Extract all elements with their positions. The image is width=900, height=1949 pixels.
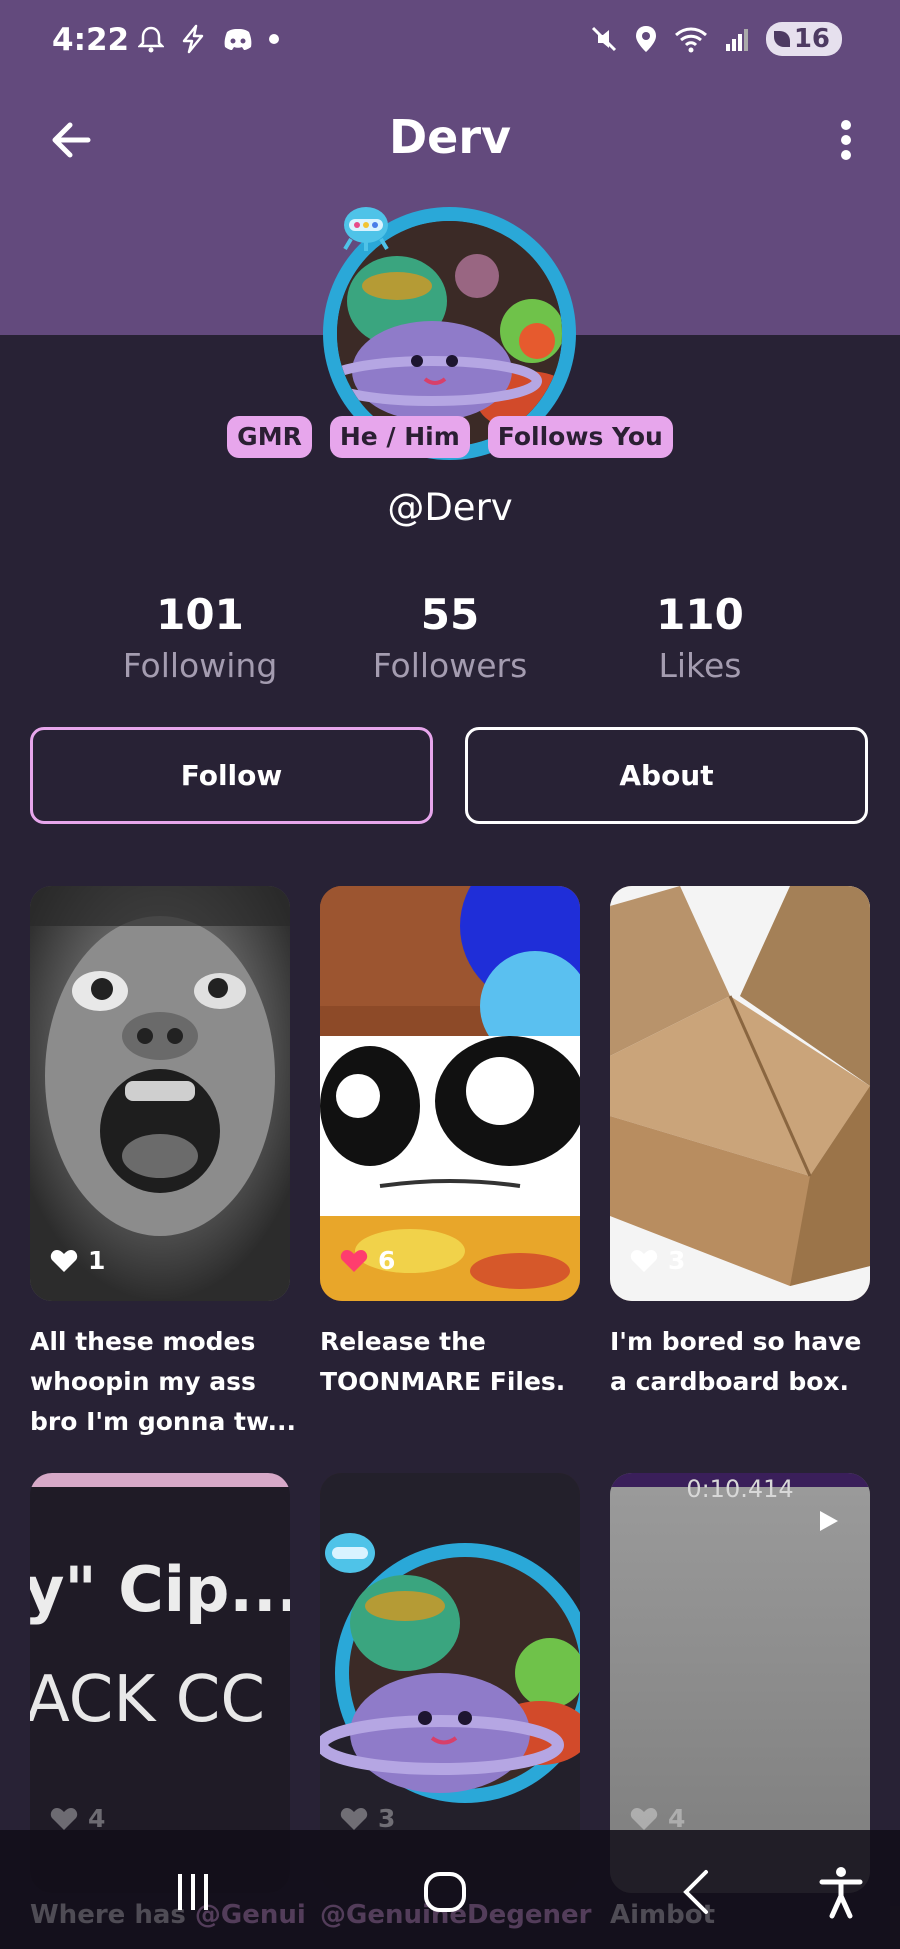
accessibility-button[interactable] <box>806 1862 876 1922</box>
like-count: 3 <box>668 1246 686 1275</box>
post-card[interactable]: 3 <box>610 886 870 1301</box>
signal-icon <box>725 29 748 51</box>
tag-pronouns: He / Him <box>329 416 470 458</box>
stat-value: 55 <box>420 590 480 639</box>
heart-icon <box>340 1807 368 1830</box>
recent-apps-icon <box>178 1874 208 1910</box>
stat-likes: 110 Likes <box>580 590 820 692</box>
post-card[interactable]: 6 <box>320 886 580 1301</box>
post-thumbnail <box>30 886 290 1301</box>
tag-gmr: GMR <box>227 416 312 458</box>
recent-apps-button[interactable] <box>158 1862 228 1922</box>
wifi-icon <box>674 27 707 53</box>
mute-icon <box>591 26 616 52</box>
post-likes: 4 <box>630 1804 685 1833</box>
play-icon <box>820 1511 838 1531</box>
discord-icon <box>224 29 252 50</box>
profile-tags: GMR He / Him Follows You <box>0 416 900 458</box>
thumbnail-strip <box>30 1473 290 1487</box>
more-vert-icon <box>841 120 851 160</box>
post-likes: 6 <box>340 1246 395 1275</box>
system-icons: 16 <box>590 22 842 56</box>
post-thumbnail <box>610 886 870 1301</box>
heart-icon <box>50 1249 78 1272</box>
stat-label: Likes <box>658 646 742 685</box>
thumbnail-text: y" Cip... <box>30 1553 290 1626</box>
home-button[interactable] <box>410 1862 480 1922</box>
bolt-icon <box>182 24 204 54</box>
post-likes: 4 <box>50 1804 105 1833</box>
post-likes: 3 <box>630 1246 685 1275</box>
thumbnail-text: ACK CC <box>30 1663 266 1737</box>
heart-filled-icon <box>340 1249 368 1272</box>
post-caption: Release the TOONMARE Files. <box>320 1327 566 1396</box>
location-icon <box>635 26 656 52</box>
post-likes: 1 <box>50 1246 105 1275</box>
notification-icons <box>138 24 280 54</box>
status-time: 4:22 <box>52 22 130 58</box>
accessibility-icon <box>819 1867 863 1919</box>
post-thumbnail <box>320 886 580 1301</box>
post-card[interactable]: 1 <box>30 886 290 1301</box>
video-timer: 0:10.414 <box>686 1475 794 1503</box>
like-count: 4 <box>668 1804 686 1833</box>
dot-icon <box>269 34 279 44</box>
stat-following[interactable]: 101 Following <box>80 590 320 692</box>
post-caption: I'm bored so have a cardboard box. <box>610 1327 862 1396</box>
follow-button[interactable]: Follow <box>30 727 433 824</box>
stat-label: Followers <box>372 646 528 685</box>
system-back-button[interactable] <box>662 1862 732 1922</box>
battery-saver-icon <box>773 31 790 47</box>
stat-label: Following <box>122 646 278 685</box>
arrow-left-icon <box>52 122 91 158</box>
stat-value: 110 <box>656 590 744 639</box>
profile-handle: @Derv <box>387 486 513 529</box>
heart-icon <box>630 1807 658 1830</box>
home-icon <box>424 1872 466 1912</box>
more-options-button[interactable] <box>818 112 874 168</box>
status-bar: 4:22 16 <box>0 0 900 88</box>
like-count: 3 <box>378 1804 396 1833</box>
like-count: 6 <box>378 1246 396 1275</box>
ufo-badge-icon <box>343 207 389 251</box>
stat-value: 101 <box>156 590 244 639</box>
avatar-image <box>337 221 562 446</box>
about-button[interactable]: About <box>465 727 868 824</box>
battery-level: 16 <box>793 24 830 54</box>
post-caption: All these modes whoopin my ass bro I'm g… <box>30 1327 296 1436</box>
battery-indicator: 16 <box>765 22 842 56</box>
heart-icon <box>50 1807 78 1830</box>
stat-followers[interactable]: 55 Followers <box>330 590 570 692</box>
chevron-left-icon <box>683 1870 708 1914</box>
bell-icon <box>138 26 164 53</box>
like-count: 4 <box>88 1804 106 1833</box>
like-count: 1 <box>88 1246 106 1275</box>
back-button[interactable] <box>44 112 100 168</box>
heart-icon <box>630 1249 658 1272</box>
app-bar: Derv <box>0 100 900 180</box>
tag-follows-you: Follows You <box>487 416 673 458</box>
page-title: Derv <box>388 110 512 164</box>
post-likes: 3 <box>340 1804 395 1833</box>
